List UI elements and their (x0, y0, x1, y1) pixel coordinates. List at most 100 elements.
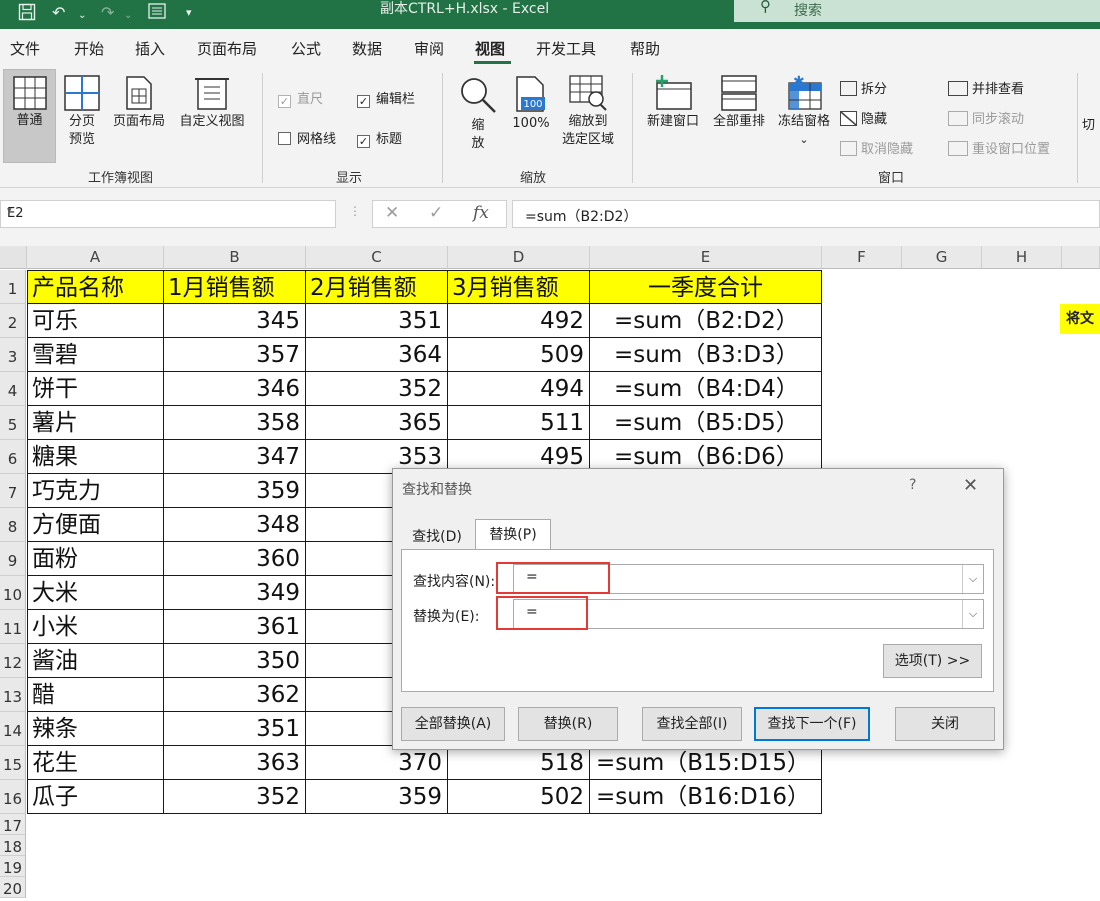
tab-page-layout[interactable]: 页面布局 (197, 38, 257, 59)
table-cell[interactable]: =sum（B5:D5） (590, 406, 822, 440)
headings-checkbox[interactable]: ✓ 标题 (357, 128, 402, 148)
table-cell[interactable]: 359 (306, 780, 448, 814)
close-icon[interactable]: ✕ (963, 475, 978, 496)
table-cell[interactable]: 494 (448, 372, 590, 406)
save-icon[interactable] (18, 3, 36, 26)
tab-file[interactable]: 文件 (10, 38, 40, 59)
column-header-e[interactable]: E (590, 246, 822, 269)
column-header-d[interactable]: D (448, 246, 590, 269)
replace-all-button[interactable]: 全部替换(A) (401, 707, 505, 741)
tab-find[interactable]: 查找(D) (405, 522, 469, 552)
table-cell[interactable]: 502 (448, 780, 590, 814)
table-cell[interactable]: 511 (448, 406, 590, 440)
row-header-18[interactable]: 18 (0, 835, 26, 856)
table-cell[interactable]: 酱油 (27, 644, 164, 678)
column-header-h[interactable]: H (982, 246, 1062, 269)
table-cell[interactable]: 364 (306, 338, 448, 372)
zoom-100-button[interactable]: 100 100% (508, 75, 554, 133)
tab-formulas[interactable]: 公式 (291, 38, 321, 59)
table-cell[interactable]: 509 (448, 338, 590, 372)
table-cell[interactable]: 薯片 (27, 406, 164, 440)
table-cell[interactable]: 360 (164, 542, 306, 576)
column-header-b[interactable]: B (164, 246, 306, 269)
table-cell[interactable]: =sum（B3:D3） (590, 338, 822, 372)
table-cell[interactable]: 348 (164, 508, 306, 542)
row-header-12[interactable]: 12 (0, 644, 26, 678)
table-cell[interactable]: 雪碧 (27, 338, 164, 372)
table-cell[interactable]: 361 (164, 610, 306, 644)
tab-home[interactable]: 开始 (74, 38, 104, 59)
sync-scroll-button[interactable]: 同步滚动 (948, 108, 1024, 127)
table-cell[interactable]: 方便面 (27, 508, 164, 542)
table-cell[interactable]: 巧克力 (27, 474, 164, 508)
normal-view-button[interactable]: 普通 (3, 69, 56, 163)
table-cell[interactable]: 大米 (27, 576, 164, 610)
side-note-cell[interactable]: 将文 (1060, 304, 1100, 334)
name-box[interactable]: E2 ▾ (0, 200, 336, 228)
row-header-5[interactable]: 5 (0, 406, 26, 440)
view-side-by-side-button[interactable]: 并排查看 (948, 78, 1024, 97)
header-cell[interactable]: 一季度合计 (590, 270, 822, 304)
help-icon[interactable]: ? (909, 477, 916, 493)
find-next-button[interactable]: 查找下一个(F) (754, 707, 870, 741)
table-cell[interactable]: 359 (164, 474, 306, 508)
row-header-16[interactable]: 16 (0, 780, 26, 814)
table-cell[interactable]: 瓜子 (27, 780, 164, 814)
table-cell[interactable]: 347 (164, 440, 306, 474)
column-header-a[interactable]: A (27, 246, 164, 269)
table-cell[interactable]: 辣条 (27, 712, 164, 746)
row-header-17[interactable]: 17 (0, 814, 26, 835)
custom-views-button[interactable]: 自定义视图 (174, 75, 250, 131)
row-header-15[interactable]: 15 (0, 746, 26, 780)
insert-function-icon[interactable]: fx (473, 203, 489, 223)
table-cell[interactable]: 365 (306, 406, 448, 440)
hide-button[interactable]: 隐藏 (840, 108, 887, 127)
formula-input[interactable]: =sum（B2:D2） (512, 200, 1100, 228)
replace-button[interactable]: 替换(R) (518, 707, 618, 741)
replace-dropdown-icon[interactable]: ⌵ (962, 600, 983, 628)
header-cell[interactable]: 2月销售额 (306, 270, 448, 304)
row-header-8[interactable]: 8 (0, 508, 26, 542)
undo-icon[interactable]: ↶ (52, 3, 65, 23)
search-box[interactable]: ⚲ 搜索 (734, 0, 1100, 22)
table-cell[interactable]: =sum（B15:D15） (590, 746, 822, 780)
row-header-7[interactable]: 7 (0, 474, 26, 508)
table-cell[interactable]: 小米 (27, 610, 164, 644)
tab-view[interactable]: 视图 (475, 38, 505, 59)
table-cell[interactable]: 醋 (27, 678, 164, 712)
enter-icon[interactable]: ✓ (429, 203, 443, 223)
form-icon[interactable] (148, 3, 166, 24)
redo-icon[interactable]: ↷ (101, 3, 114, 23)
customize-toolbar-icon[interactable]: ▾ (186, 3, 192, 23)
table-cell[interactable]: =sum（B16:D16） (590, 780, 822, 814)
table-cell[interactable]: 363 (164, 746, 306, 780)
name-box-dropdown-icon[interactable]: ▾ (7, 206, 329, 216)
arrange-all-button[interactable]: 全部重排 (707, 75, 771, 131)
freeze-panes-button[interactable]: ✱ 冻结窗格 ⌄ (773, 75, 835, 149)
header-cell[interactable]: 产品名称 (27, 270, 164, 304)
column-header-c[interactable]: C (306, 246, 448, 269)
row-header-1[interactable]: 1 (0, 270, 26, 304)
header-cell[interactable]: 3月销售额 (448, 270, 590, 304)
table-cell[interactable]: 349 (164, 576, 306, 610)
table-cell[interactable]: 370 (306, 746, 448, 780)
table-cell[interactable]: 345 (164, 304, 306, 338)
ruler-checkbox[interactable]: ✓ 直尺 (278, 88, 323, 108)
row-header-11[interactable]: 11 (0, 610, 26, 644)
table-cell[interactable]: 350 (164, 644, 306, 678)
table-cell[interactable]: 362 (164, 678, 306, 712)
zoom-to-selection-button[interactable]: 缩放到 选定区域 (556, 75, 620, 149)
row-header-3[interactable]: 3 (0, 338, 26, 372)
column-header-f[interactable]: F (822, 246, 902, 269)
find-dropdown-icon[interactable]: ⌵ (962, 565, 983, 593)
formula-bar-checkbox[interactable]: ✓ 编辑栏 (357, 88, 415, 108)
tab-help[interactable]: 帮助 (630, 38, 660, 59)
table-cell[interactable]: 351 (164, 712, 306, 746)
tab-replace[interactable]: 替换(P) (475, 519, 551, 550)
table-cell[interactable]: 357 (164, 338, 306, 372)
table-cell[interactable]: 饼干 (27, 372, 164, 406)
table-cell[interactable]: =sum（B2:D2） (590, 304, 822, 338)
tab-developer[interactable]: 开发工具 (536, 38, 596, 59)
split-button[interactable]: 拆分 (840, 78, 887, 97)
table-cell[interactable]: 492 (448, 304, 590, 338)
